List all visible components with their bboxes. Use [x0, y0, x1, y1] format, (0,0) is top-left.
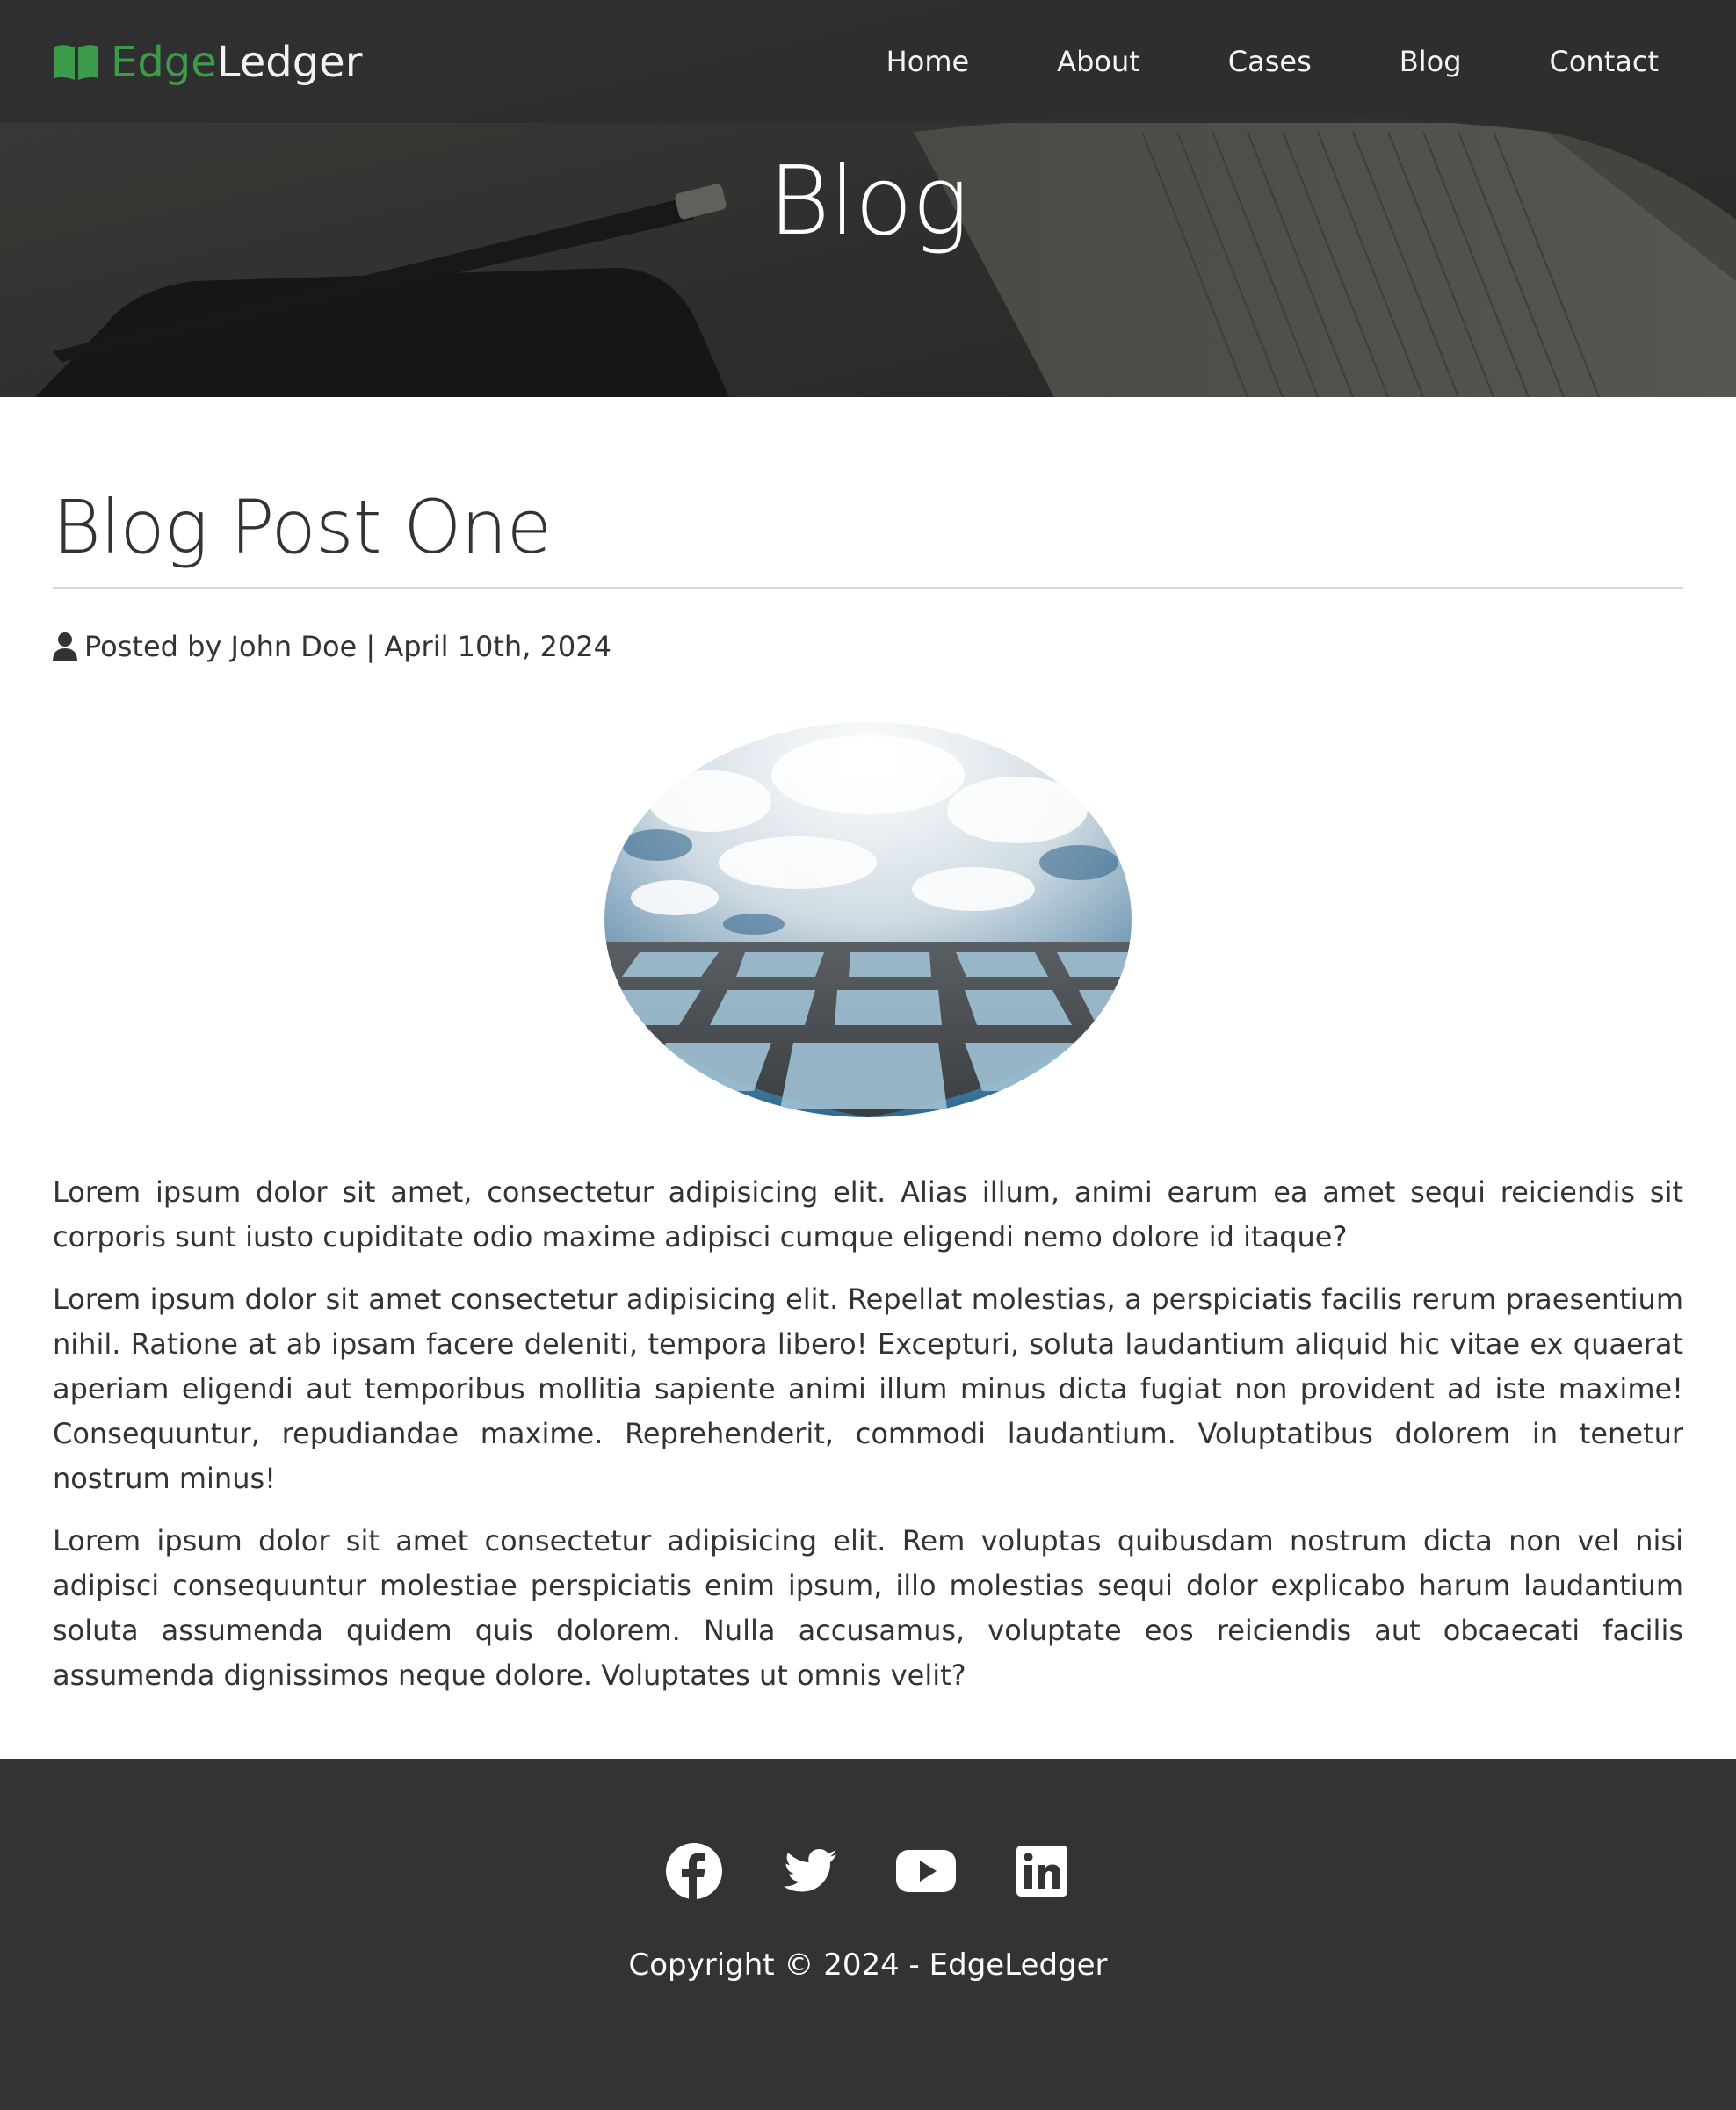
post-image: [604, 722, 1132, 1117]
post-body: Lorem ipsum dolor sit amet, consectetur …: [53, 1170, 1683, 1698]
nav-item-about: About: [1057, 35, 1140, 88]
social-item-linkedin: [1012, 1841, 1072, 1901]
youtube-icon: [896, 1850, 956, 1892]
nav-item-home: Home: [886, 35, 970, 88]
linkedin-icon: [1016, 1846, 1067, 1897]
nav-link-blog[interactable]: Blog: [1400, 45, 1462, 78]
nav-link-home[interactable]: Home: [886, 45, 970, 78]
facebook-link[interactable]: [664, 1841, 724, 1901]
nav-link-cases[interactable]: Cases: [1228, 45, 1312, 78]
hero-header: Edge Ledger Home About Cases Blog Contact…: [0, 0, 1736, 397]
social-item-youtube: [896, 1841, 956, 1901]
social-item-twitter: [780, 1841, 840, 1901]
nav-item-contact: Contact: [1550, 35, 1660, 88]
facebook-icon: [666, 1843, 722, 1899]
blog-post: Blog Post One Posted by John Doe | April…: [53, 474, 1683, 1716]
nav-link-about[interactable]: About: [1057, 45, 1140, 78]
user-icon: [53, 632, 77, 661]
youtube-link[interactable]: [896, 1841, 956, 1901]
post-paragraph: Lorem ipsum dolor sit amet consectetur a…: [53, 1524, 1683, 1692]
page-title: Blog: [768, 147, 969, 257]
post-paragraph: Lorem ipsum dolor sit amet consectetur a…: [53, 1283, 1683, 1495]
brand-name-edge: Edge: [111, 38, 217, 87]
footer: Copyright © 2024 - EdgeLedger: [0, 1759, 1736, 2110]
navbar: Edge Ledger Home About Cases Blog Contact: [0, 0, 1736, 123]
post-paragraph: Lorem ipsum dolor sit amet, consectetur …: [53, 1175, 1683, 1254]
open-book-icon: [54, 45, 98, 80]
post-meta: Posted by John Doe | April 10th, 2024: [53, 627, 1683, 666]
nav-menu: Home About Cases Blog Contact: [799, 35, 1659, 88]
post-author-date: Posted by John Doe | April 10th, 2024: [84, 630, 611, 663]
brand-logo-link[interactable]: Edge Ledger: [53, 32, 362, 93]
post-title: Blog Post One: [53, 484, 552, 570]
title-divider: [53, 587, 1683, 589]
nav-link-contact[interactable]: Contact: [1550, 45, 1660, 78]
brand-name-ledger: Ledger: [216, 38, 363, 87]
nav-item-cases: Cases: [1228, 35, 1312, 88]
twitter-link[interactable]: [780, 1841, 840, 1901]
linkedin-link[interactable]: [1012, 1841, 1072, 1901]
social-item-facebook: [664, 1841, 724, 1901]
twitter-icon: [784, 1849, 836, 1892]
nav-item-blog: Blog: [1400, 35, 1462, 88]
copyright-text: Copyright © 2024 - EdgeLedger: [628, 1947, 1108, 1983]
social-links: [0, 1841, 1736, 1901]
